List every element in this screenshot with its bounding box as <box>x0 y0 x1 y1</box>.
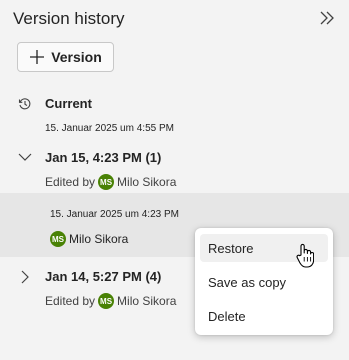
edited-by-line: Edited by MS Milo Sikora <box>45 293 176 309</box>
hand-cursor-icon <box>296 243 314 268</box>
current-date: 15. Januar 2025 um 4:55 PM <box>45 123 174 134</box>
collapse-panel-button[interactable] <box>318 8 336 28</box>
avatar: MS <box>98 174 115 190</box>
author-name: Milo Sikora <box>69 232 129 246</box>
version-group-label: Jan 14, 5:27 PM (4) <box>45 269 162 284</box>
add-version-label: Version <box>51 49 102 65</box>
chevron-right-icon <box>21 270 29 284</box>
edited-by-line: Edited by MS Milo Sikora <box>45 174 176 190</box>
version-history-panel: Version history Version Current 15. Janu… <box>0 0 349 360</box>
avatar: MS <box>98 293 115 309</box>
author-name: Milo Sikora <box>117 175 177 189</box>
entry-author-line: MS Milo Sikora <box>50 231 128 247</box>
menu-item-delete[interactable]: Delete <box>200 302 328 330</box>
avatar: MS <box>50 231 66 247</box>
double-chevron-right-icon <box>320 11 334 25</box>
version-group-label: Jan 15, 4:23 PM (1) <box>45 150 162 165</box>
menu-item-save-as-copy[interactable]: Save as copy <box>200 268 328 296</box>
author-name: Milo Sikora <box>117 294 177 308</box>
chevron-down-icon <box>18 153 32 161</box>
edited-by-prefix: Edited by <box>45 294 96 308</box>
panel-title: Version history <box>13 9 125 28</box>
entry-date: 15. Januar 2025 um 4:23 PM <box>50 209 179 220</box>
current-label: Current <box>45 96 92 111</box>
add-version-button[interactable]: Version <box>17 42 114 72</box>
history-icon <box>18 98 31 110</box>
plus-icon <box>30 50 45 64</box>
edited-by-prefix: Edited by <box>45 175 96 189</box>
